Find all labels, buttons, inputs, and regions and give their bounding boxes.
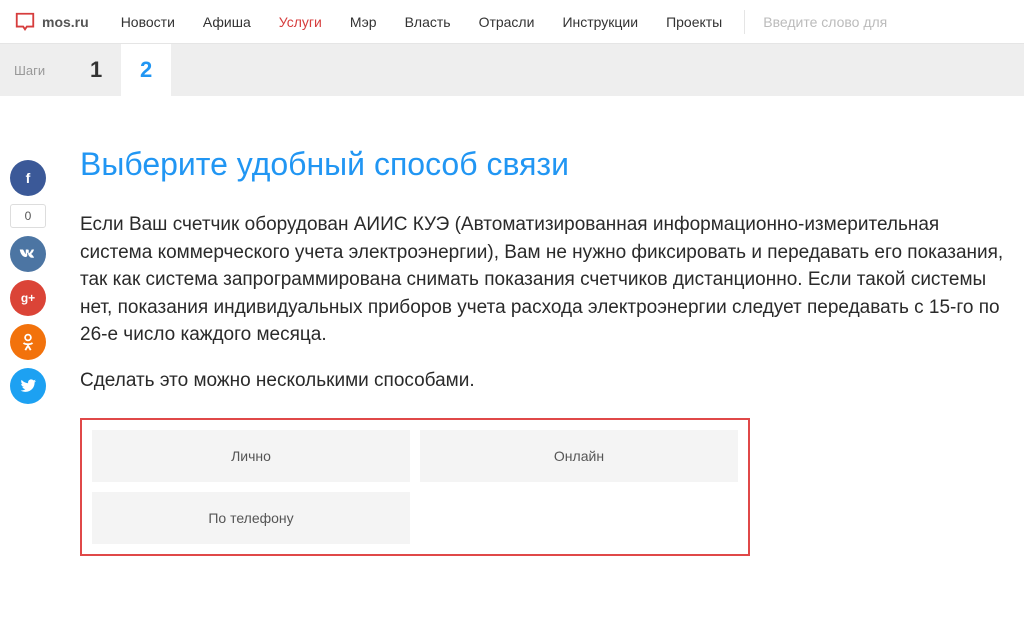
share-facebook-button[interactable]: f [10, 160, 46, 196]
nav-divider [744, 10, 745, 34]
ok-icon [22, 333, 34, 351]
vk-icon [19, 248, 37, 260]
share-count: 0 [10, 204, 46, 228]
option-in-person[interactable]: Лично [92, 430, 410, 482]
nav-news[interactable]: Новости [107, 0, 189, 44]
top-nav: Новости Афиша Услуги Мэр Власть Отрасли … [107, 0, 737, 44]
page-title: Выберите удобный способ связи [80, 146, 1004, 183]
nav-power[interactable]: Власть [391, 0, 465, 44]
logo-text: mos.ru [42, 14, 89, 30]
paragraph-1: Если Ваш счетчик оборудован АИИС КУЭ (Ав… [80, 211, 1004, 349]
twitter-icon [20, 379, 36, 393]
googleplus-icon: g+ [21, 291, 35, 305]
step-2[interactable]: 2 [121, 44, 171, 96]
nav-instructions[interactable]: Инструкции [548, 0, 652, 44]
steps-bar: Шаги 1 2 [0, 44, 1024, 96]
main-content: Выберите удобный способ связи Если Ваш с… [0, 96, 1024, 556]
logo[interactable]: mos.ru [14, 11, 89, 33]
logo-icon [14, 11, 36, 33]
share-vk-button[interactable] [10, 236, 46, 272]
steps-label: Шаги [14, 44, 45, 96]
search-input[interactable]: Введите слово для [763, 14, 887, 30]
paragraph-2: Сделать это можно несколькими способами. [80, 367, 1004, 395]
nav-projects[interactable]: Проекты [652, 0, 736, 44]
share-twitter-button[interactable] [10, 368, 46, 404]
nav-afisha[interactable]: Афиша [189, 0, 265, 44]
option-by-phone[interactable]: По телефону [92, 492, 410, 544]
facebook-icon: f [26, 170, 31, 186]
nav-services[interactable]: Услуги [265, 0, 336, 44]
nav-mayor[interactable]: Мэр [336, 0, 391, 44]
share-googleplus-button[interactable]: g+ [10, 280, 46, 316]
contact-options: Лично Онлайн По телефону [80, 418, 750, 556]
topbar: mos.ru Новости Афиша Услуги Мэр Власть О… [0, 0, 1024, 44]
step-1[interactable]: 1 [71, 44, 121, 96]
share-ok-button[interactable] [10, 324, 46, 360]
option-online[interactable]: Онлайн [420, 430, 738, 482]
social-rail: f 0 g+ [10, 160, 46, 404]
nav-industries[interactable]: Отрасли [465, 0, 549, 44]
